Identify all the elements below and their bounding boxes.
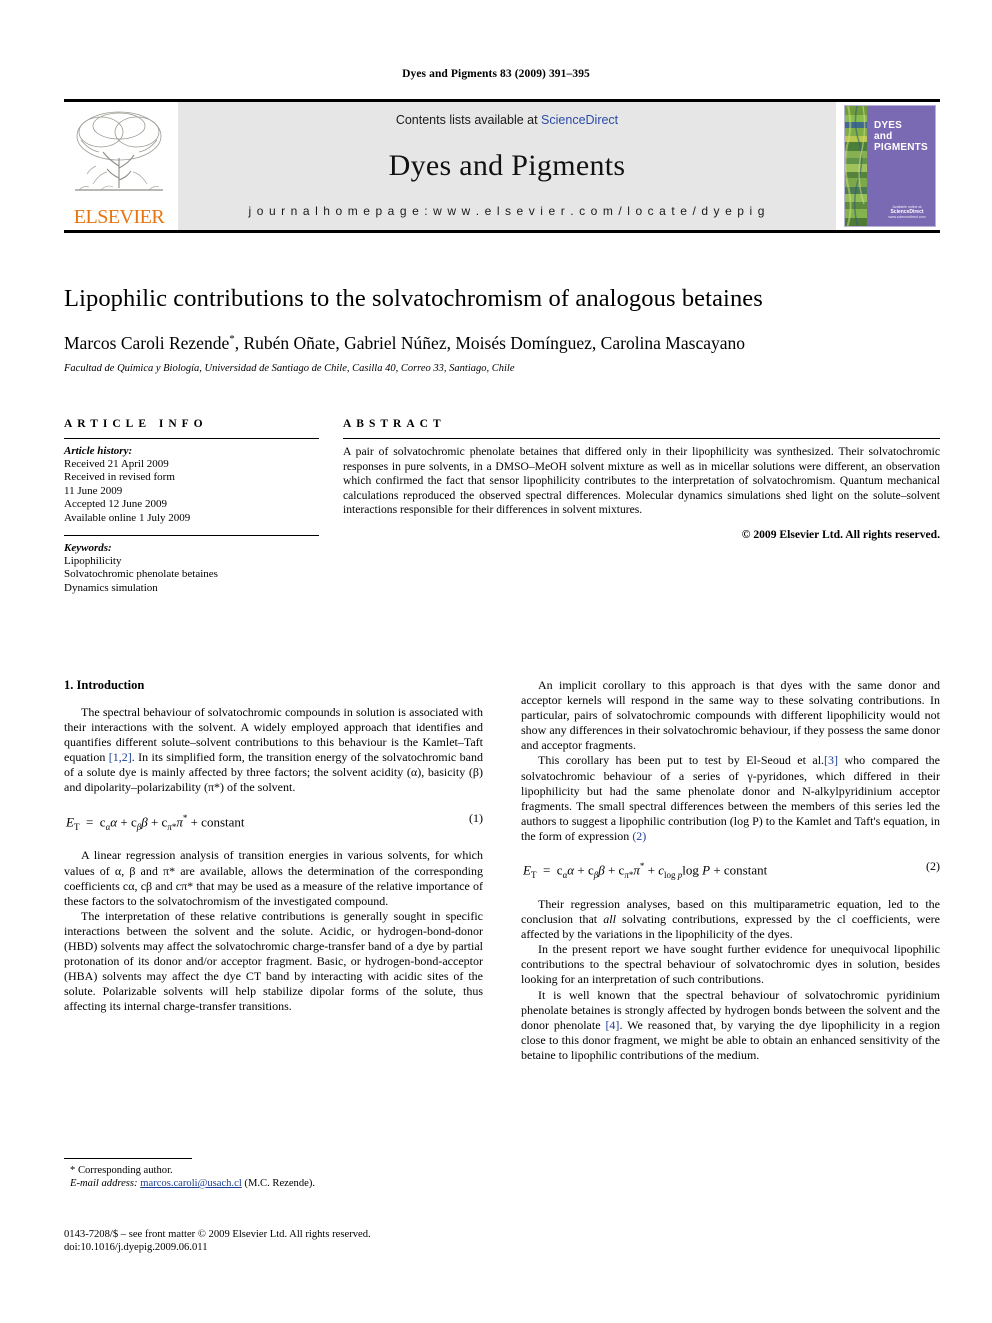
keywords-label: Keywords: <box>64 542 112 555</box>
author-list: Marcos Caroli Rezende*, Rubén Oñate, Gab… <box>64 328 940 354</box>
section-heading-introduction: 1. Introduction <box>64 678 145 692</box>
elsevier-wordmark: ELSEVIER <box>73 206 165 228</box>
cover-title-text: DYES and PIGMENTS <box>874 120 928 153</box>
info-abstract-region: ARTICLE INFO Article history: Received 2… <box>64 418 940 595</box>
title-block: Lipophilic contributions to the solvatoc… <box>64 284 940 375</box>
imprint-block: 0143-7208/$ – see front matter © 2009 El… <box>64 1228 564 1254</box>
corresponding-author-footnote: * Corresponding author. E-mail address: … <box>64 1158 483 1190</box>
cover-title-line3: PIGMENTS <box>874 142 928 153</box>
article-history-label: Article history: <box>64 445 133 457</box>
journal-cover-thumbnail: DYES and PIGMENTS Available online at Sc… <box>840 102 940 230</box>
authors-text: Marcos Caroli Rezende*, Rubén Oñate, Gab… <box>64 332 745 353</box>
paragraph-right-3: Their regression analyses, based on this… <box>521 897 940 942</box>
paragraph-right-4-text: In the present report we have sought fur… <box>521 942 940 987</box>
sciencedirect-link[interactable]: ScienceDirect <box>541 113 618 127</box>
citation-1-2[interactable]: [1,2] <box>109 750 132 764</box>
paragraph-intro-3: The interpretation of these relative con… <box>64 909 483 1015</box>
contents-prefix: Contents lists available at <box>395 113 542 127</box>
journal-masthead: ELSEVIER Contents lists available at Sci… <box>64 99 940 233</box>
citation-3[interactable]: [3] <box>824 753 838 767</box>
cover-sciencedirect-badge: Available online at ScienceDirect www.sc… <box>884 205 930 220</box>
body-columns: 1. Introduction The spectral behaviour o… <box>64 678 940 1063</box>
imprint-line-1: 0143-7208/$ – see front matter © 2009 El… <box>64 1229 371 1240</box>
email-label: E-mail address: <box>70 1178 138 1189</box>
paragraph-right-2: This corollary has been put to test by E… <box>521 753 940 844</box>
article-info-column: ARTICLE INFO Article history: Received 2… <box>64 418 319 595</box>
cover-title-line1: DYES <box>874 120 903 131</box>
corresponding-author-marker: * <box>229 333 235 345</box>
paragraph-right-5: It is well known that the spectral behav… <box>521 988 940 1063</box>
paragraph-right-2-pre: This corollary has been put to test by E… <box>538 753 825 768</box>
imprint-line-2[interactable]: doi:10.1016/j.dyepig.2009.06.011 <box>64 1241 564 1254</box>
journal-cover-image: DYES and PIGMENTS Available online at Sc… <box>844 105 936 227</box>
abstract-text: A pair of solvatochromic phenolate betai… <box>343 445 940 517</box>
running-head: Dyes and Pigments 83 (2009) 391–395 <box>402 68 590 80</box>
equation-2-number: (2) <box>926 859 940 874</box>
elsevier-logo: ELSEVIER <box>64 102 174 230</box>
body-column-right: An implicit corollary to this approach i… <box>521 678 940 1063</box>
cover-artwork-strip <box>845 106 867 226</box>
paragraph-right-4: In the present report we have sought fur… <box>521 942 940 987</box>
email-line: E-mail address: marcos.caroli@usach.cl (… <box>64 1177 483 1190</box>
equation-2: ET = cαα + cββ + cπ*π* + clog plog P + c… <box>523 859 940 880</box>
emphasis-all: all <box>603 912 616 927</box>
abstract-column: ABSTRACT A pair of solvatochromic phenol… <box>343 418 940 595</box>
keyword-1: Solvatochromic phenolate betaines <box>64 568 218 581</box>
keyword-0: Lipophilicity <box>64 555 122 568</box>
equation-1-number: (1) <box>469 810 483 825</box>
journal-title: Dyes and Pigments <box>388 148 626 182</box>
article-history-3: Accepted 12 June 2009 <box>64 498 167 511</box>
contents-list-line: Contents lists available at ScienceDirec… <box>396 113 618 127</box>
email-link[interactable]: marcos.caroli@usach.cl <box>140 1178 242 1189</box>
article-history-4: Available online 1 July 2009 <box>64 511 191 524</box>
abstract-copyright: © 2009 Elsevier Ltd. All rights reserved… <box>741 527 940 541</box>
article-history-1: Received in revised form <box>64 471 175 484</box>
elsevier-tree-icon <box>75 111 163 191</box>
equation-1: ET = cαα + cββ + cπ*π* + constant (1) <box>66 810 483 832</box>
corresponding-author-line: * Corresponding author. <box>70 1165 173 1176</box>
article-info-rule <box>64 438 319 439</box>
keyword-2: Dynamics simulation <box>64 581 158 594</box>
journal-banner: Contents lists available at ScienceDirec… <box>178 102 836 230</box>
abstract-heading: ABSTRACT <box>343 418 446 430</box>
paragraph-intro-1: The spectral behaviour of solvatochromic… <box>64 705 483 796</box>
citation-4[interactable]: [4] <box>605 1018 619 1032</box>
email-suffix: (M.C. Rezende). <box>244 1178 316 1189</box>
paragraph-intro-3-text: The interpretation of these relative con… <box>64 908 483 1014</box>
page-title: Lipophilic contributions to the solvatoc… <box>64 285 763 312</box>
article-history-2: 11 June 2009 <box>64 484 123 497</box>
footnote-rule <box>64 1158 192 1159</box>
article-page: Dyes and Pigments 83 (2009) 391–395 ELSE… <box>0 0 992 1323</box>
affiliation: Facultad de Química y Biología, Universi… <box>64 362 515 374</box>
paragraph-intro-2: A linear regression analysis of transiti… <box>64 848 483 908</box>
journal-homepage-line[interactable]: j o u r n a l h o m e p a g e : w w w . … <box>249 204 766 218</box>
article-history-0: Received 21 April 2009 <box>64 458 169 470</box>
paragraph-right-1: An implicit corollary to this approach i… <box>521 678 940 753</box>
article-info-heading: ARTICLE INFO <box>64 418 208 430</box>
cover-title-line2: and <box>874 131 893 142</box>
keywords-rule <box>64 535 319 537</box>
body-column-left: 1. Introduction The spectral behaviour o… <box>64 678 483 1063</box>
paragraph-intro-2-text: A linear regression analysis of transiti… <box>64 848 483 908</box>
abstract-rule <box>343 438 940 439</box>
equation-2-inline-ref[interactable]: (2) <box>632 829 646 843</box>
cover-badge-bottom: www.sciencedirect.com <box>888 215 926 219</box>
paragraph-right-1-text: An implicit corollary to this approach i… <box>521 678 940 753</box>
